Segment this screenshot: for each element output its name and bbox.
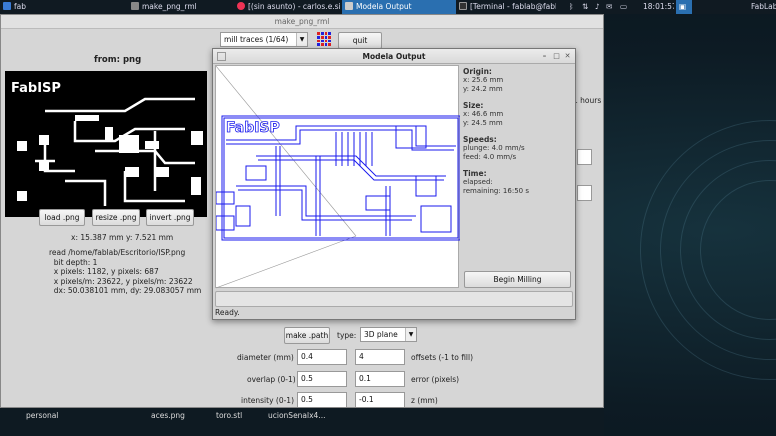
desktop-icons-row: personal aces.png toro.stl ucionSenalx4.… <box>0 408 604 436</box>
origin-x: x: 25.6 mm <box>463 76 504 84</box>
error-label: error (pixels) <box>411 375 460 384</box>
network-icon[interactable]: ⇅ <box>579 0 589 14</box>
task-email[interactable]: [(sin asunto) - carlos.e.sil... <box>234 0 340 14</box>
close-icon[interactable]: ✕ <box>563 52 572 61</box>
elapsed-time: elapsed: <box>463 178 493 186</box>
intensity-label: intensity (0-1) <box>241 396 295 405</box>
color-grid-icon[interactable] <box>317 32 331 46</box>
diameter-label: diameter (mm) <box>237 353 294 362</box>
right-field-1[interactable] <box>577 149 592 165</box>
progress-bar <box>215 291 573 307</box>
size-heading: Size: <box>463 101 484 110</box>
chevron-down-icon: ▼ <box>405 328 416 341</box>
offsets-input[interactable]: 4 <box>355 349 405 365</box>
from-label: from: png <box>94 55 142 65</box>
desktop-icon-aces[interactable]: aces.png <box>151 411 185 420</box>
time-heading: Time: <box>463 169 487 178</box>
user-name[interactable]: FabLab <box>748 0 776 14</box>
app-menu-icon <box>3 2 11 10</box>
origin-y: y: 24.2 mm <box>463 85 503 93</box>
pcb-image: FabISP <box>5 71 207 217</box>
task-terminal[interactable]: [Terminal - fablab@fabla... <box>456 0 556 14</box>
overlap-label: overlap (0-1) <box>247 375 296 384</box>
z-label: z (mm) <box>411 396 438 405</box>
modela-output-window: Modela Output – □ ✕ FabISP Origin: x: 25… <box>212 48 576 320</box>
window-icon <box>131 2 139 10</box>
terminal-icon <box>459 2 467 10</box>
chevron-down-icon: ▼ <box>296 33 307 46</box>
z-input[interactable]: -0.1 <box>355 392 405 407</box>
invert-png-button[interactable]: invert .png <box>146 209 194 226</box>
toolpath-label: FabISP <box>226 120 280 136</box>
modela-title: Modela Output – □ ✕ <box>213 49 575 64</box>
desktop-icon-personal[interactable]: personal <box>26 411 58 420</box>
feed-speed: feed: 4.0 mm/s <box>463 153 517 161</box>
time-estimate: 1 hours <box>573 96 602 105</box>
size-y: y: 24.5 mm <box>463 119 503 127</box>
bluetooth-icon[interactable]: ᛒ <box>566 0 576 14</box>
desktop-icon-toro[interactable]: toro.stl <box>216 411 242 420</box>
show-desktop-icon[interactable]: ▣ <box>676 0 692 14</box>
type-label: type: <box>337 331 357 340</box>
mode-select[interactable]: mill traces (1/64) ▼ <box>220 32 308 47</box>
right-field-2[interactable] <box>577 185 592 201</box>
browser-icon <box>237 2 245 10</box>
quit-button[interactable]: quit <box>338 32 382 49</box>
info-panel: Origin: x: 25.6 mm y: 24.2 mm Size: x: 4… <box>463 67 573 196</box>
toolpath-drawing: FabISP <box>215 65 461 289</box>
load-png-button[interactable]: load .png <box>39 209 85 226</box>
diameter-input[interactable]: 0.4 <box>297 349 347 365</box>
window-icon <box>345 2 353 10</box>
remaining-time: remaining: 16:50 s <box>463 187 529 195</box>
plunge-speed: plunge: 4.0 mm/s <box>463 144 525 152</box>
make-path-button[interactable]: make .path <box>284 327 330 344</box>
desktop-icon-senal[interactable]: ucionSenalx4... <box>268 411 325 420</box>
task-make-png-rml[interactable]: make_png_rml <box>128 0 228 14</box>
type-select[interactable]: 3D plane ▼ <box>360 327 417 342</box>
file-info: read /home/fablab/Escritorio/ISP.png bit… <box>49 248 202 295</box>
maximize-icon[interactable]: □ <box>552 52 561 61</box>
begin-milling-button[interactable]: Begin Milling <box>464 271 571 288</box>
taskbar: fab make_png_rml [(sin asunto) - carlos.… <box>0 0 776 14</box>
status-text: Ready. <box>215 308 240 317</box>
intensity-input[interactable]: 0.5 <box>297 392 347 407</box>
clock[interactable]: 18:01:57 <box>640 0 674 14</box>
window-menu-icon[interactable] <box>217 52 226 61</box>
volume-icon[interactable]: ♪ <box>592 0 602 14</box>
task-modela-output[interactable]: Modela Output <box>342 0 456 14</box>
speeds-heading: Speeds: <box>463 135 497 144</box>
toolpath-canvas[interactable]: FabISP <box>215 65 461 289</box>
window-title: make_png_rml <box>1 15 603 29</box>
overlap-input[interactable]: 0.5 <box>297 371 347 387</box>
error-input[interactable]: 0.1 <box>355 371 405 387</box>
mail-icon[interactable]: ✉ <box>603 0 615 14</box>
minimize-icon[interactable]: – <box>540 52 549 61</box>
origin-heading: Origin: <box>463 67 492 76</box>
launcher[interactable]: fab <box>0 0 110 14</box>
resize-png-button[interactable]: resize .png <box>92 209 140 226</box>
offsets-label: offsets (-1 to fill) <box>411 353 474 362</box>
pcb-traces <box>17 97 203 206</box>
cursor-coordinates: x: 15.387 mm y: 7.521 mm <box>71 233 174 242</box>
size-x: x: 46.6 mm <box>463 110 504 118</box>
battery-icon[interactable]: ▭ <box>617 0 637 14</box>
